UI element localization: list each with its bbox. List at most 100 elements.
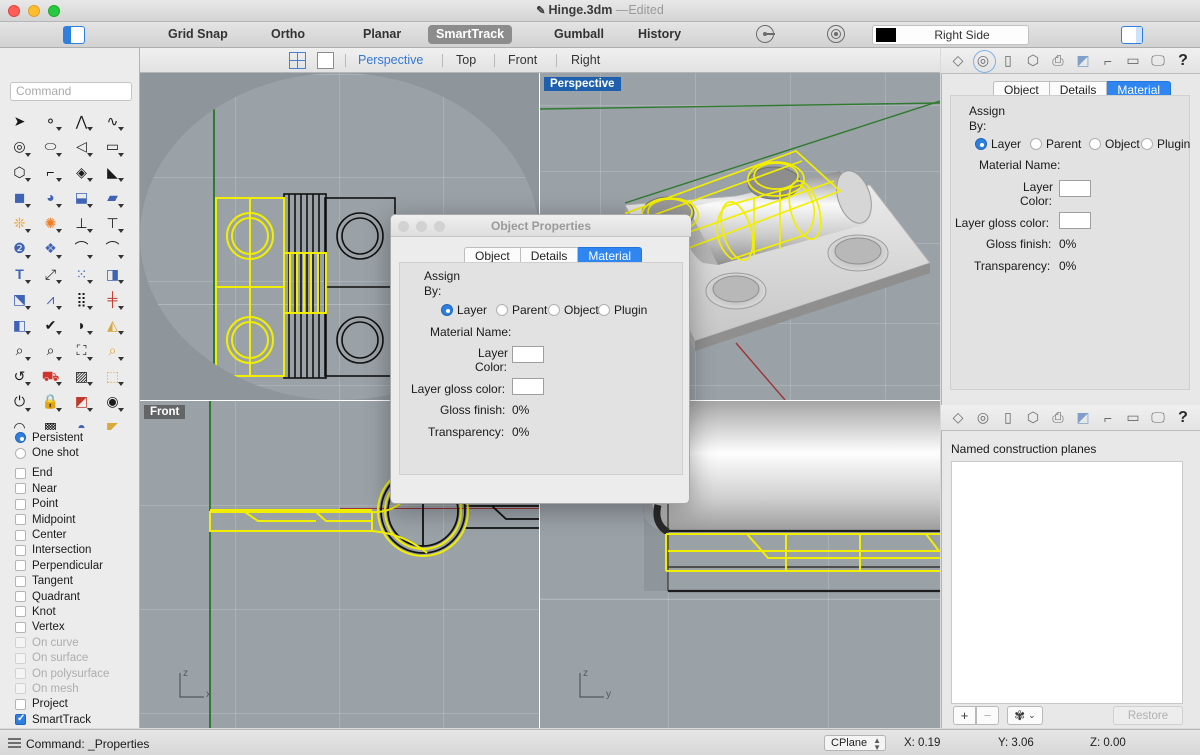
point-icon[interactable]: ⚬: [35, 108, 66, 133]
knot-checkbox[interactable]: [15, 606, 26, 617]
osnap-item-smarttrack[interactable]: SmartTrack: [0, 712, 139, 727]
layer-radio[interactable]: [975, 138, 987, 150]
dialog-maximize-button[interactable]: [434, 221, 445, 232]
loft-icon[interactable]: ◗: [66, 312, 97, 337]
remove-cplane-button[interactable]: −: [976, 706, 999, 725]
text-tool-icon[interactable]: T: [4, 261, 35, 286]
center-checkbox[interactable]: [15, 530, 26, 541]
cplane-icon[interactable]: ◩: [1074, 408, 1093, 427]
osnap-item-center[interactable]: Center: [0, 527, 139, 542]
osnap-item-on-polysurface[interactable]: On polysurface: [0, 666, 139, 681]
mesh-blob-icon[interactable]: ❊: [4, 210, 35, 235]
viewport-tab-right[interactable]: Right: [571, 53, 600, 69]
dialog-title-bar[interactable]: Object Properties: [391, 215, 691, 237]
osnap-item-midpoint[interactable]: Midpoint: [0, 512, 139, 527]
parent-radio[interactable]: [1030, 138, 1042, 150]
toolbar-gumball[interactable]: Gumball: [546, 25, 612, 44]
dialog-layer-gloss-color-swatch-field[interactable]: [512, 378, 544, 395]
osnap-item-project[interactable]: Project: [0, 697, 139, 712]
tangent-checkbox[interactable]: [15, 576, 26, 587]
osnap-mode-oneshot[interactable]: One shot: [0, 445, 139, 460]
parent-radio[interactable]: [496, 304, 508, 316]
page-icon[interactable]: ▯: [999, 51, 1018, 70]
extrude-surface-icon[interactable]: ⩘: [35, 287, 66, 312]
osnap-item-near[interactable]: Near: [0, 481, 139, 496]
osnap-item-point[interactable]: Point: [0, 497, 139, 512]
layers-icon[interactable]: ◇: [949, 408, 968, 427]
check-object-icon[interactable]: ✔: [35, 312, 66, 337]
help-icon[interactable]: ?: [1174, 408, 1193, 427]
properties-target-icon[interactable]: ◎: [974, 51, 993, 70]
on-curve-checkbox[interactable]: [15, 637, 26, 648]
toolbar-smarttrack[interactable]: SmartTrack: [428, 25, 512, 44]
on-polysurface-checkbox[interactable]: [15, 668, 26, 679]
viewport-tab-perspective[interactable]: Perspective: [358, 53, 423, 69]
lock-object-icon[interactable]: 🔒: [35, 389, 66, 414]
display-icon[interactable]: ▭: [1124, 51, 1143, 70]
rotate-view-icon[interactable]: ↺: [4, 363, 35, 388]
layer-gloss-color-swatch-field[interactable]: [1059, 212, 1091, 229]
surface-plane-icon[interactable]: ▰: [97, 185, 128, 210]
split-icon[interactable]: ⊤: [97, 210, 128, 235]
zoom-window-icon[interactable]: ⌕: [35, 338, 66, 363]
offset-curve-icon[interactable]: ⌒: [97, 236, 128, 261]
osnap-item-end[interactable]: End: [0, 466, 139, 481]
blend-curve-icon[interactable]: ⌒: [66, 236, 97, 261]
arc-dim-icon[interactable]: ◠: [4, 414, 35, 430]
restore-cplane-button[interactable]: Restore: [1113, 706, 1183, 725]
circle-icon[interactable]: ◎: [4, 134, 35, 159]
dialog-assign-by-plugin[interactable]: Plugin: [598, 303, 647, 317]
polygon-icon[interactable]: ⬡: [4, 159, 35, 184]
cylinder-icon[interactable]: ⬓: [66, 185, 97, 210]
oneshot-radio[interactable]: [15, 448, 26, 459]
dialog-assign-by-layer[interactable]: Layer: [441, 303, 487, 317]
cplane-options-button[interactable]: ✾ ⌄: [1007, 706, 1043, 725]
sphere-boolean-icon[interactable]: ◕: [35, 185, 66, 210]
viewport-tab-top[interactable]: Top: [456, 53, 476, 69]
point-checkbox[interactable]: [15, 499, 26, 510]
vertex-checkbox[interactable]: [15, 622, 26, 633]
single-view-layout-icon[interactable]: [317, 52, 334, 69]
osnap-item-tangent[interactable]: Tangent: [0, 574, 139, 589]
object-properties-dialog[interactable]: Object Properties Object Details Materia…: [390, 214, 690, 504]
viewport-label-perspective[interactable]: Perspective: [544, 77, 621, 91]
object-radio[interactable]: [548, 304, 560, 316]
cursor-select-icon[interactable]: ➤: [4, 108, 35, 133]
join-icon[interactable]: ⤢: [35, 261, 66, 286]
osnap-item-perpendicular[interactable]: Perpendicular: [0, 558, 139, 573]
layer-color-swatch-field[interactable]: [1059, 180, 1091, 197]
osnap-mode-persistent[interactable]: Persistent: [0, 430, 139, 445]
curve-icon[interactable]: ∿: [97, 108, 128, 133]
right-panel-toggle-icon[interactable]: [1121, 26, 1143, 44]
osnap-item-on-curve[interactable]: On curve: [0, 635, 139, 650]
box-icon[interactable]: ⬡: [1024, 51, 1043, 70]
on-surface-checkbox[interactable]: [15, 653, 26, 664]
boolean-union-icon[interactable]: ❷: [4, 236, 35, 261]
on-mesh-checkbox[interactable]: [15, 683, 26, 694]
four-view-layout-icon[interactable]: [289, 52, 306, 69]
control-points-icon[interactable]: ◈: [66, 159, 97, 184]
layer-color-swatch[interactable]: [876, 28, 896, 42]
array-icon[interactable]: ⁙: [66, 261, 97, 286]
monitor-icon[interactable]: 🖵: [1149, 51, 1168, 70]
object-radio[interactable]: [1089, 138, 1101, 150]
assign-by-layer[interactable]: Layer: [975, 137, 1021, 151]
cplane-icon[interactable]: ◩: [1074, 51, 1093, 70]
flag-icon[interactable]: ◤: [97, 414, 128, 430]
zoom-in-icon[interactable]: ⌕: [4, 338, 35, 363]
viewport-tab-front[interactable]: Front: [508, 53, 537, 69]
command-input[interactable]: Command: [10, 82, 132, 101]
hatch-icon[interactable]: ▩: [35, 414, 66, 430]
trim-icon[interactable]: ⊥: [66, 210, 97, 235]
perpendicular-checkbox[interactable]: [15, 560, 26, 571]
assign-by-plugin[interactable]: Plugin: [1141, 137, 1190, 151]
viewport-label-front[interactable]: Front: [144, 405, 185, 419]
camera-icon[interactable]: ⎙: [1049, 51, 1068, 70]
named-view-icon[interactable]: ⌐: [1099, 408, 1118, 427]
unroll-icon[interactable]: ◧: [4, 312, 35, 337]
add-cplane-button[interactable]: +: [953, 706, 976, 725]
layers-icon[interactable]: ◇: [949, 51, 968, 70]
end-checkbox[interactable]: [15, 468, 26, 479]
tool-palette[interactable]: ➤ ⚬ ⋀ ∿ ◎ ⬭ ◁ ▭ ⬡ ⌐ ◈ ◣ ◼ ◕ ⬓ ▰ ❊ ✺ ⊥ ⊤: [4, 108, 130, 430]
camera-icon[interactable]: ⎙: [1049, 408, 1068, 427]
